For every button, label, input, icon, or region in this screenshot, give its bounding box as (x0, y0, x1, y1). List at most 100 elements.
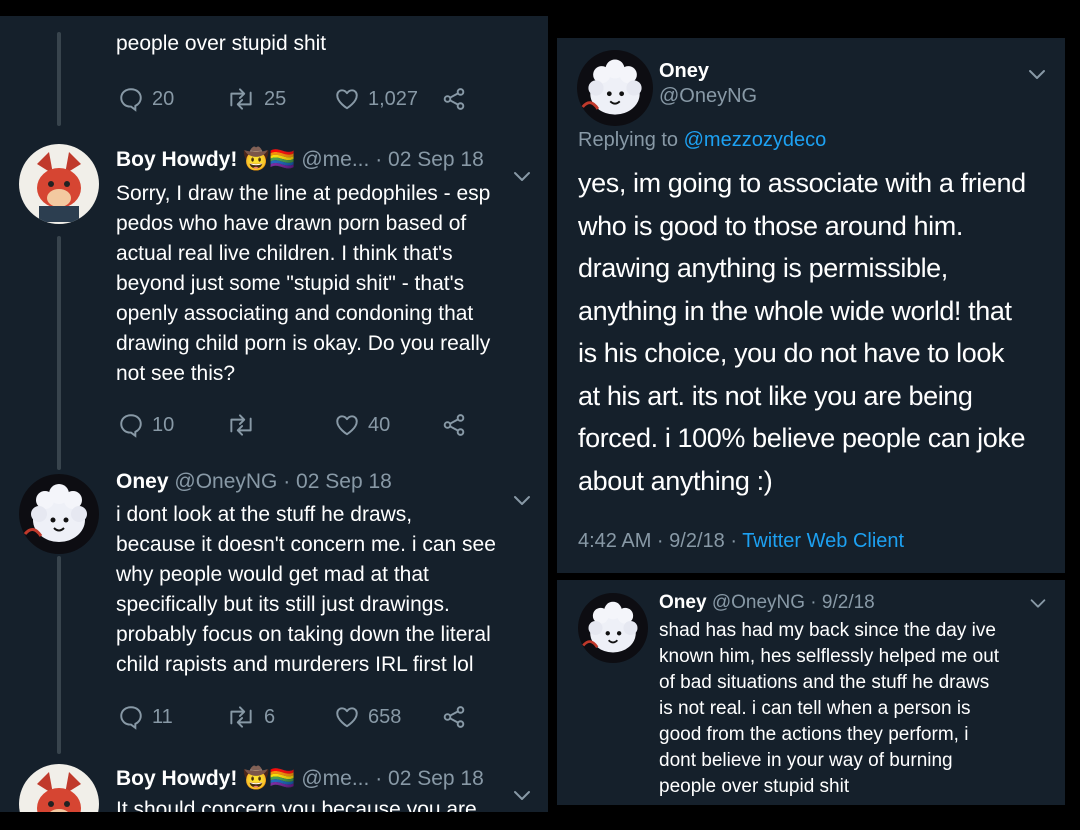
tweet-line: beyond just some "stupid shit" - that's (116, 272, 465, 295)
tweet-line: people over stupid shit (659, 776, 850, 797)
tweet-line: is his choice, you do not have to look (578, 338, 1005, 368)
display-name[interactable]: Boy Howdy! (116, 767, 237, 790)
left-thread-panel: people over stupid shit 20 25 1,027 Boy … (0, 16, 548, 812)
handle[interactable]: @OneyNG (659, 85, 757, 108)
display-name[interactable]: Oney (659, 592, 707, 613)
heart-icon (334, 704, 360, 730)
tweet-line: why people would get mad at that (116, 563, 429, 586)
tweet-text: It should concern you because you are (116, 798, 477, 812)
like-button[interactable]: 1,027 (334, 86, 418, 112)
share-button[interactable] (441, 412, 467, 438)
like-count: 658 (368, 705, 402, 728)
tweet-line: anything in the whole wide world! that (578, 295, 1012, 326)
share-button[interactable] (441, 86, 467, 112)
tweet-text: i dont look at the stuff he draws, becau… (116, 500, 496, 680)
replying-handle-link[interactable]: @mezzozydeco (684, 129, 827, 151)
reply-button[interactable]: 10 (118, 412, 174, 438)
like-button[interactable]: 658 (334, 704, 401, 730)
tweet-header: Oney @OneyNG · 02 Sep 18 (116, 470, 392, 494)
retweet-button[interactable]: 6 (226, 704, 275, 730)
chevron-down-icon[interactable] (510, 488, 534, 512)
display-name[interactable]: Boy Howdy! (116, 148, 237, 171)
tweet-text: Sorry, I draw the line at pedophiles - e… (116, 179, 490, 389)
like-button[interactable]: 40 (334, 412, 390, 438)
avatar[interactable] (578, 593, 648, 663)
handle[interactable]: @me... (301, 767, 369, 790)
reply-tweet-panel: Oney @OneyNG · 9/2/18 shad has had my ba… (557, 580, 1065, 805)
tweet-line: pedos who have drawn porn based of (116, 212, 467, 235)
timestamp[interactable]: · 9/2/18 (810, 592, 874, 613)
tweet-header: Boy Howdy! 🤠🏳️‍🌈 @me... · 02 Sep 18 (116, 767, 484, 791)
cowboy-emoji-icon: 🤠 (243, 767, 270, 790)
retweet-count: 25 (264, 87, 287, 110)
tweet-line: because it doesn't concern me. i can see (116, 533, 496, 556)
reply-count: 11 (152, 705, 173, 728)
tweet-line: is not real. i can tell when a person is (659, 698, 971, 719)
tweet-line: openly associating and condoning that (116, 302, 474, 325)
tweet-line: shad has had my back since the day ive (659, 620, 996, 641)
handle[interactable]: @OneyNG (712, 592, 805, 613)
tweet-text: shad has had my back since the day ive k… (659, 618, 999, 800)
chevron-down-icon[interactable] (510, 164, 534, 188)
thread-line (57, 32, 61, 126)
tweet-line: of bad situations and the stuff he draws (659, 672, 990, 693)
tweet-line: known him, hes selflessly helped me out (659, 646, 1000, 667)
replying-label: Replying to (578, 129, 679, 151)
heart-icon (334, 86, 360, 112)
display-name[interactable]: Oney (116, 470, 169, 493)
chevron-down-icon[interactable] (1025, 62, 1049, 86)
display-name[interactable]: Oney (659, 60, 709, 83)
reply-count: 10 (152, 413, 175, 436)
reply-count: 20 (152, 87, 175, 110)
rainbow-flag-icon: 🏳️‍🌈 (269, 148, 296, 171)
rainbow-flag-icon: 🏳️‍🌈 (269, 767, 296, 790)
handle[interactable]: @OneyNG (174, 470, 277, 493)
timestamp[interactable]: · 02 Sep 18 (375, 148, 484, 171)
ghost-avatar-icon (19, 474, 99, 554)
tweet-line: actual real live children. I think that'… (116, 242, 453, 265)
tweet-line: who is good to those around him. (578, 210, 963, 241)
client-link[interactable]: Twitter Web Client (742, 530, 904, 552)
fox-avatar-icon (19, 144, 99, 224)
tweet-header: Oney @OneyNG · 9/2/18 (659, 592, 875, 614)
retweet-button[interactable] (226, 412, 264, 438)
tweet-line: at his art. its not like you are being (578, 380, 973, 411)
tweet-line: dont believe in your way of burning (659, 750, 953, 771)
like-count: 1,027 (368, 87, 419, 110)
tweet-line: Sorry, I draw the line at pedophiles - e… (116, 182, 491, 205)
retweet-button[interactable]: 25 (226, 86, 286, 112)
avatar[interactable] (19, 144, 99, 224)
ghost-avatar-icon (577, 50, 653, 126)
reply-button[interactable]: 11 (118, 704, 173, 730)
tweet-line: about anything :) (578, 465, 773, 496)
tweet-line: probably focus on taking down the litera… (116, 623, 491, 646)
handle[interactable]: @me... (301, 148, 369, 171)
replying-to: Replying to @mezzozydeco (578, 129, 826, 152)
tweet-meta: 4:42 AM · 9/2/18 · Twitter Web Client (578, 530, 904, 553)
reply-icon (118, 86, 144, 112)
chevron-down-icon[interactable] (510, 783, 534, 807)
like-count: 40 (368, 413, 391, 436)
retweet-icon (226, 412, 256, 438)
heart-icon (334, 412, 360, 438)
reply-button[interactable]: 20 (118, 86, 174, 112)
cowboy-emoji-icon: 🤠 (243, 148, 270, 171)
retweet-icon (226, 86, 256, 112)
tweet-line: child rapists and murderers IRL first lo… (116, 653, 474, 676)
retweet-icon (226, 704, 256, 730)
timestamp[interactable]: · 02 Sep 18 (283, 470, 392, 493)
avatar[interactable] (19, 764, 99, 812)
retweet-count: 6 (264, 705, 276, 728)
share-button[interactable] (441, 704, 467, 730)
share-icon (441, 86, 467, 112)
tweet-line: drawing child porn is okay. Do you reall… (116, 332, 491, 355)
tweet-line: drawing anything is permissible, (578, 253, 948, 283)
chevron-down-icon[interactable] (1027, 592, 1049, 614)
thread-line (57, 236, 61, 470)
timestamp[interactable]: · 02 Sep 18 (375, 767, 484, 790)
tweet-line: forced. i 100% believe people can joke (578, 423, 1026, 453)
avatar[interactable] (577, 50, 653, 126)
avatar[interactable] (19, 474, 99, 554)
tweet-text: people over stupid shit (116, 32, 327, 55)
ghost-avatar-icon (578, 593, 648, 663)
